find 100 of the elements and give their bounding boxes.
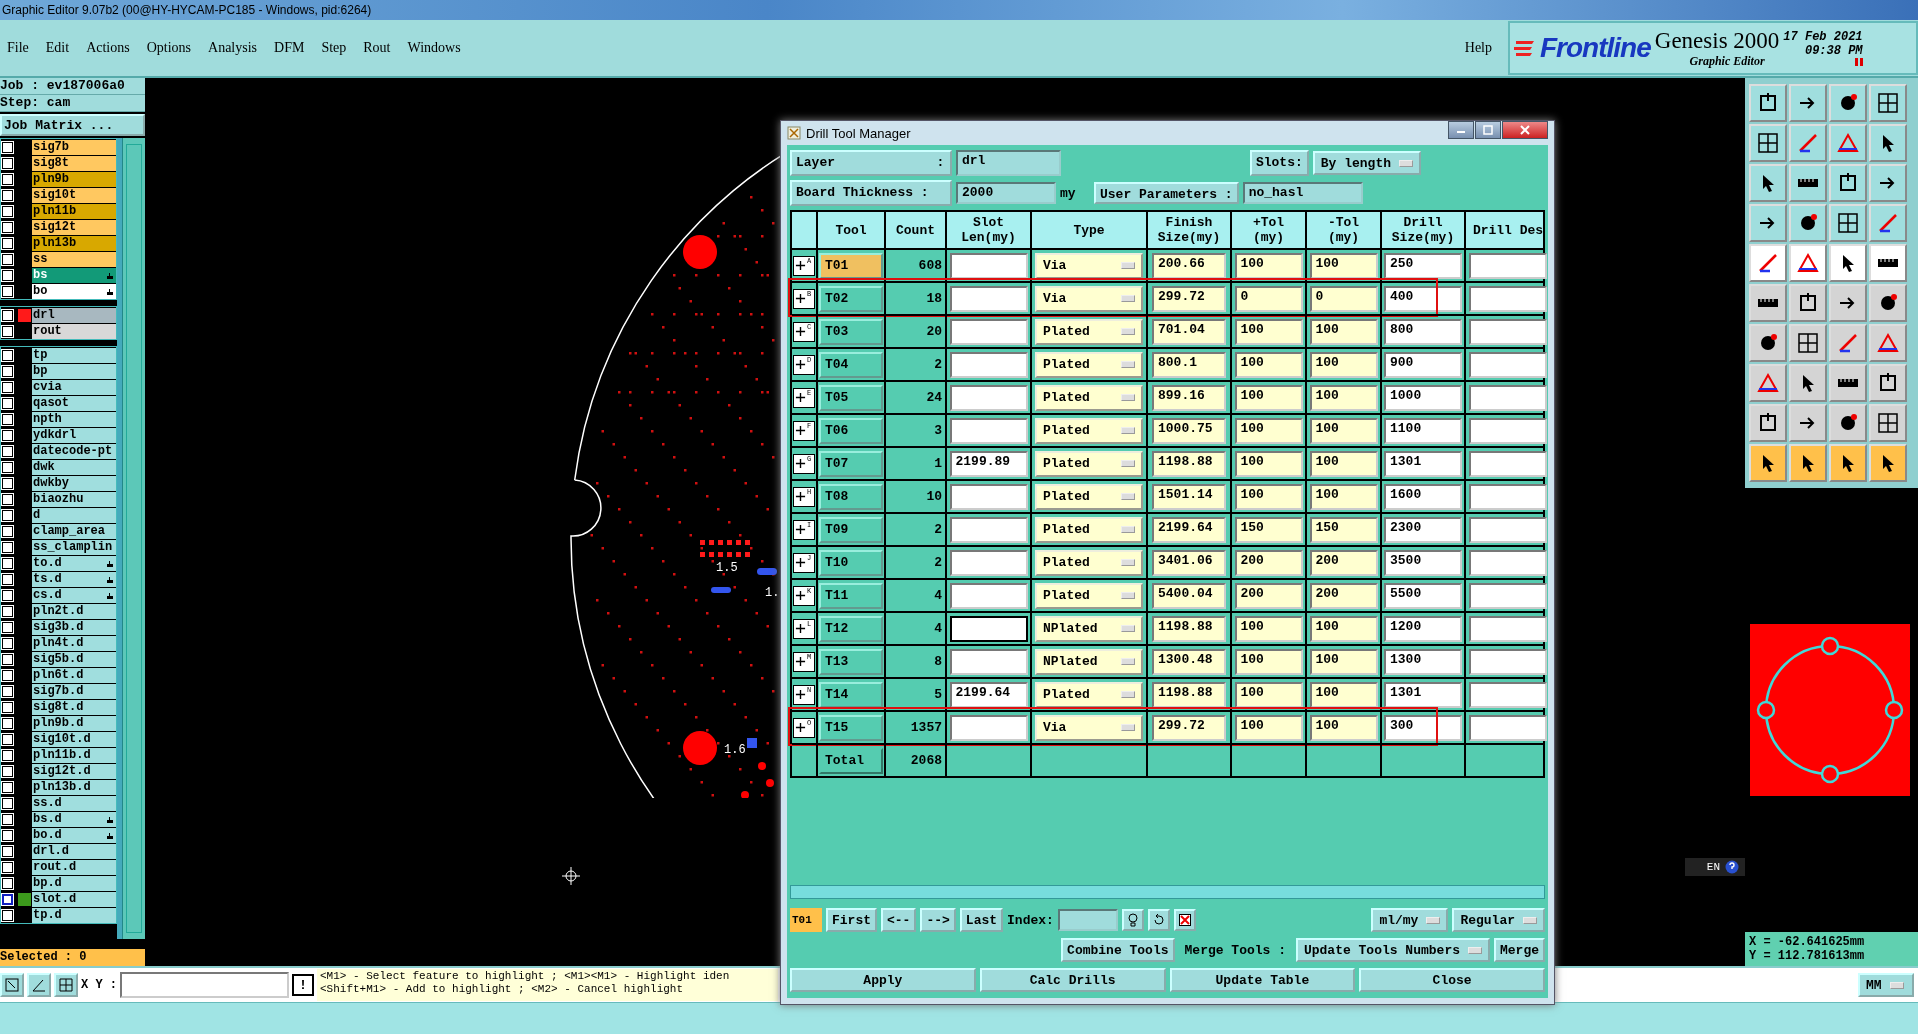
layer-item[interactable]: tp.d xyxy=(32,907,117,923)
drill-size-field[interactable]: 300 xyxy=(1384,714,1462,741)
layer-checkbox[interactable] xyxy=(2,269,13,281)
warning-button[interactable]: ! xyxy=(292,974,314,996)
units-dropdown[interactable]: MM xyxy=(1858,973,1914,997)
tool-button[interactable]: T12 xyxy=(819,615,883,642)
job-matrix-button[interactable]: Job Matrix ... xyxy=(0,114,145,136)
user-parameters-button[interactable]: User Parameters : xyxy=(1094,182,1239,204)
layer-item[interactable]: pln2t.d xyxy=(32,603,117,619)
layer-checkbox[interactable] xyxy=(2,205,13,217)
finish-size-field[interactable]: 1198.88 xyxy=(1152,615,1226,642)
update-numbers-dropdown[interactable]: Update Tools Numbers xyxy=(1295,938,1490,962)
layer-checkbox[interactable] xyxy=(2,557,13,569)
tool-button[interactable]: T10 xyxy=(819,549,883,576)
finish-size-field[interactable]: 1198.88 xyxy=(1152,681,1226,708)
layer-checkbox[interactable] xyxy=(2,397,13,409)
drill-size-field[interactable]: 1301 xyxy=(1384,681,1462,708)
mode-dropdown[interactable]: Regular xyxy=(1452,908,1545,932)
layer-item[interactable]: to.d xyxy=(32,555,117,571)
finish-size-field[interactable]: 299.72 xyxy=(1152,714,1226,741)
drill-designation-field[interactable] xyxy=(1469,351,1547,378)
layer-checkbox[interactable] xyxy=(2,285,13,297)
minus-tolerance-field[interactable]: 100 xyxy=(1309,483,1378,510)
tool-button[interactable] xyxy=(1749,164,1787,202)
units-dropdown[interactable]: ml/my xyxy=(1371,908,1449,932)
layer-checkbox[interactable] xyxy=(2,237,13,249)
drill-size-field[interactable]: 400 xyxy=(1384,285,1462,312)
minimize-button[interactable] xyxy=(1448,121,1474,139)
minus-tolerance-field[interactable]: 100 xyxy=(1309,351,1378,378)
type-dropdown[interactable]: Plated xyxy=(1035,318,1143,345)
type-dropdown[interactable]: NPlated xyxy=(1035,615,1143,642)
tool-button[interactable] xyxy=(1829,244,1867,282)
layer-item[interactable]: rout xyxy=(32,323,117,339)
tool-button[interactable] xyxy=(1749,404,1787,442)
slot-length-field[interactable]: 2199.64 xyxy=(949,681,1028,708)
layer-item[interactable]: bo.d xyxy=(32,827,117,843)
layer-checkbox[interactable] xyxy=(2,653,13,665)
layer-item[interactable]: pln6t.d xyxy=(32,667,117,683)
finish-size-field[interactable]: 2199.64 xyxy=(1152,516,1226,543)
tool-button[interactable] xyxy=(1869,244,1907,282)
layer-checkbox[interactable] xyxy=(2,253,13,265)
layer-item[interactable]: sig3b.d xyxy=(32,619,117,635)
user-parameters-field[interactable]: no_hasl xyxy=(1242,182,1363,204)
menu-item[interactable]: Analysis xyxy=(208,40,258,56)
drill-size-field[interactable]: 1300 xyxy=(1384,648,1462,675)
layer-item[interactable]: sig10t xyxy=(32,187,117,203)
plus-tolerance-field[interactable]: 200 xyxy=(1234,549,1303,576)
tool-button[interactable] xyxy=(1789,204,1827,242)
tool-button[interactable] xyxy=(1869,444,1907,482)
finish-size-field[interactable]: 1501.14 xyxy=(1152,483,1226,510)
layer-item[interactable]: ts.d xyxy=(32,571,117,587)
layer-item[interactable]: qasot xyxy=(32,395,117,411)
layer-item[interactable]: sig10t.d xyxy=(32,731,117,747)
tool-button[interactable] xyxy=(1789,404,1827,442)
layer-item[interactable]: ss.d xyxy=(32,795,117,811)
menu-item[interactable]: Rout xyxy=(363,40,391,56)
tool-button[interactable] xyxy=(1789,84,1827,122)
layer-item[interactable]: slot.d xyxy=(32,891,117,907)
tool-button[interactable] xyxy=(1869,124,1907,162)
slot-length-field[interactable]: 2199.89 xyxy=(949,450,1028,477)
tool-button[interactable] xyxy=(1789,444,1827,482)
layer-item[interactable]: sig8t xyxy=(32,155,117,171)
drill-size-field[interactable]: 2300 xyxy=(1384,516,1462,543)
status-tool-button[interactable] xyxy=(0,973,24,997)
finish-size-field[interactable]: 200.66 xyxy=(1152,252,1226,279)
clear-button[interactable] xyxy=(1173,909,1196,931)
tool-button[interactable] xyxy=(1749,324,1787,362)
layer-checkbox[interactable] xyxy=(2,429,13,441)
plus-tolerance-field[interactable]: 100 xyxy=(1234,384,1303,411)
type-dropdown[interactable]: NPlated xyxy=(1035,648,1143,675)
drill-designation-field[interactable] xyxy=(1469,549,1547,576)
finish-size-field[interactable]: 5400.04 xyxy=(1152,582,1226,609)
layer-item[interactable]: pln11b xyxy=(32,203,117,219)
plus-tolerance-field[interactable]: 100 xyxy=(1234,714,1303,741)
tool-button[interactable] xyxy=(1829,164,1867,202)
slot-length-field[interactable] xyxy=(949,615,1028,642)
layer-checkbox[interactable] xyxy=(2,893,13,905)
type-dropdown[interactable]: Plated xyxy=(1035,384,1143,411)
drill-designation-field[interactable] xyxy=(1469,681,1547,708)
layer-field[interactable]: drl xyxy=(956,150,1061,176)
tool-button[interactable]: T14 xyxy=(819,681,883,708)
layer-checkbox[interactable] xyxy=(2,605,13,617)
minus-tolerance-field[interactable]: 100 xyxy=(1309,681,1378,708)
layer-item[interactable]: tp xyxy=(32,347,117,363)
menu-item[interactable]: Actions xyxy=(86,40,130,56)
slots-dropdown[interactable]: By length xyxy=(1312,151,1421,175)
tool-button[interactable] xyxy=(1869,164,1907,202)
drill-size-field[interactable]: 1100 xyxy=(1384,417,1462,444)
thickness-field[interactable]: 2000 xyxy=(956,182,1056,204)
layer-checkbox[interactable] xyxy=(2,381,13,393)
plus-tolerance-field[interactable]: 100 xyxy=(1234,681,1303,708)
layer-item[interactable]: dwkby xyxy=(32,475,117,491)
layer-item[interactable]: pln4t.d xyxy=(32,635,117,651)
layer-item[interactable]: d xyxy=(32,507,117,523)
finish-size-field[interactable]: 1000.75 xyxy=(1152,417,1226,444)
minus-tolerance-field[interactable]: 100 xyxy=(1309,417,1378,444)
layer-checkbox[interactable] xyxy=(2,189,13,201)
layer-checkbox[interactable] xyxy=(2,685,13,697)
tool-button[interactable] xyxy=(1829,364,1867,402)
maximize-button[interactable] xyxy=(1475,121,1501,139)
